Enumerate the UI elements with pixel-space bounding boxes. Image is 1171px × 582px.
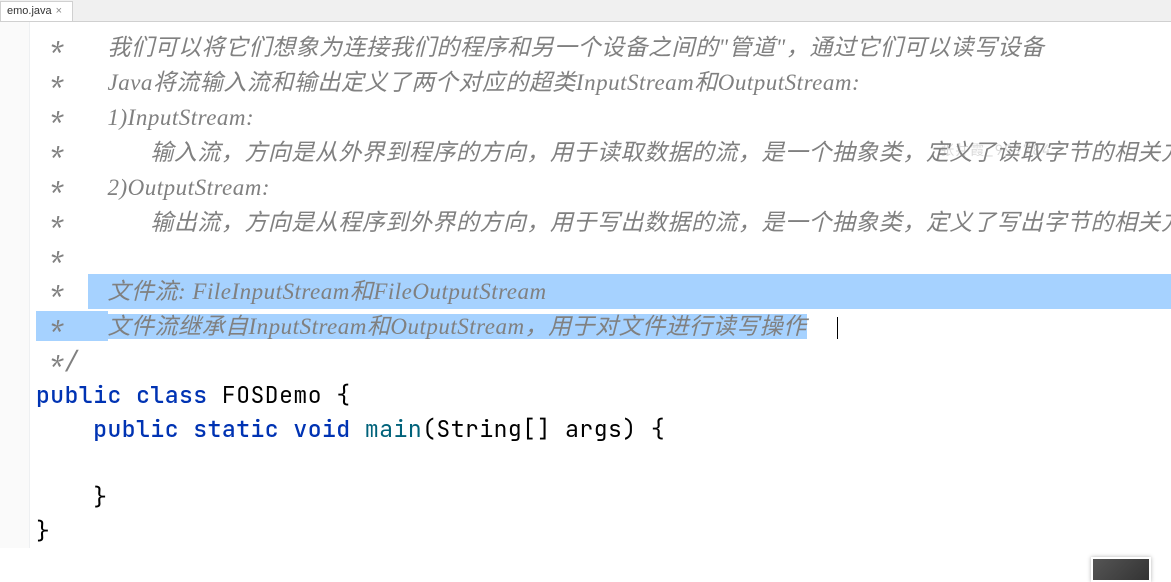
code-line: * 输入流，方向是从外界到程序的方向，用于读取数据的流，是一个抽象类，定义了读取… — [36, 135, 1171, 170]
code-editor[interactable]: 张井霞_999784 * 我们可以将它们想象为连接我们的程序和另一个设备之间的"… — [0, 22, 1171, 548]
file-tab[interactable]: emo.java × — [0, 1, 73, 21]
code-line: * Java将流输入流和输出定义了两个对应的超类InputStream和Outp… — [36, 65, 1171, 100]
code-line: public static void main(String[] args) { — [36, 412, 1171, 446]
tab-bar: emo.java × — [0, 0, 1171, 22]
code-line-highlighted: * 文件流继承自InputStream和OutputStream，用于对文件进行… — [36, 309, 1171, 344]
selected-text: 文件流继承自InputStream和OutputStream，用于对文件进行读写… — [108, 314, 807, 339]
code-line-highlighted: * 文件流: FileInputStream和FileOutputStream — [36, 274, 1171, 309]
close-icon[interactable]: × — [56, 5, 62, 17]
tab-filename: emo.java — [7, 5, 52, 17]
code-line: * 2)OutputStream: — [36, 170, 1171, 205]
code-line — [36, 446, 1171, 480]
code-line: public class FOSDemo { — [36, 378, 1171, 412]
code-line: * 输出流，方向是从程序到外界的方向，用于写出数据的流，是一个抽象类，定义了写出… — [36, 205, 1171, 240]
code-line: * 1)InputStream: — [36, 100, 1171, 135]
video-thumbnail[interactable] — [1091, 557, 1151, 582]
code-line: */ — [36, 344, 1171, 378]
text-cursor — [837, 317, 838, 339]
code-line: } — [36, 480, 1171, 514]
code-line: * 我们可以将它们想象为连接我们的程序和另一个设备之间的"管道"，通过它们可以读… — [36, 30, 1171, 65]
code-line: } — [36, 514, 1171, 548]
code-line: * — [36, 240, 1171, 274]
selected-text: 文件流: FileInputStream和FileOutputStream — [108, 279, 547, 304]
gutter — [0, 22, 30, 548]
